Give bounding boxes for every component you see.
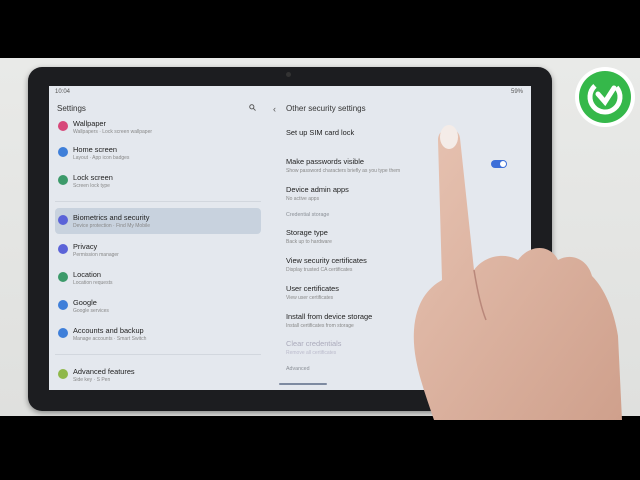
sidebar-item-sub: Screen lock type bbox=[73, 183, 110, 189]
home-icon bbox=[58, 147, 68, 157]
sidebar-item-advanced-features[interactable]: Advanced features Side key · S Pen bbox=[55, 362, 261, 388]
sidebar-item-sub: Location requests bbox=[73, 280, 113, 286]
sidebar-item-label: Privacy bbox=[73, 242, 98, 251]
accounts-icon bbox=[58, 328, 68, 338]
wallpaper-icon bbox=[58, 121, 68, 131]
sidebar-item-wallpaper[interactable]: Wallpaper Wallpapers · Lock screen wallp… bbox=[55, 114, 261, 140]
divider bbox=[55, 201, 261, 202]
sidebar-item-home-screen[interactable]: Home screen Layout · App icon badges bbox=[55, 140, 261, 166]
sidebar-item-label: Advanced features bbox=[73, 367, 135, 376]
google-icon bbox=[58, 300, 68, 310]
sidebar-item-sub: Side key · S Pen bbox=[73, 377, 111, 383]
sidebar-item-biometrics[interactable]: Biometrics and security Device protectio… bbox=[55, 208, 261, 234]
sidebar-item-sub: Google services bbox=[73, 308, 109, 314]
lock-icon bbox=[58, 175, 68, 185]
scroll-indicator bbox=[279, 383, 327, 385]
sidebar-item-sub: Device protection · Find My Mobile bbox=[73, 223, 150, 229]
sidebar-item-label: Google bbox=[73, 298, 97, 307]
credential-storage-header: Credential storage bbox=[286, 212, 330, 218]
sidebar-item-sub: Wallpapers · Lock screen wallpaper bbox=[73, 129, 153, 135]
sidebar-item-label: Lock screen bbox=[73, 173, 113, 182]
sidebar-item-google[interactable]: Google Google services bbox=[55, 293, 261, 319]
advanced-header: Advanced bbox=[286, 366, 310, 372]
privacy-icon bbox=[58, 244, 68, 254]
search-icon[interactable] bbox=[249, 104, 256, 111]
sidebar-item-label: Wallpaper bbox=[73, 119, 106, 128]
sidebar-item-privacy[interactable]: Privacy Permission manager bbox=[55, 237, 261, 263]
page-title: Other security settings bbox=[286, 104, 366, 113]
hand-image bbox=[413, 125, 622, 420]
status-bar: 10:04 59% bbox=[49, 86, 531, 98]
back-button[interactable]: ‹ bbox=[273, 104, 276, 114]
divider bbox=[55, 354, 261, 355]
sidebar-item-label: Location bbox=[73, 270, 101, 279]
advanced-features-icon bbox=[58, 369, 68, 379]
status-time: 10:04 bbox=[55, 89, 71, 95]
sidebar-item-sub: Manage accounts · Smart Switch bbox=[73, 336, 147, 342]
sidebar-item-lock-screen[interactable]: Lock screen Screen lock type bbox=[55, 168, 261, 194]
battery-label: 59% bbox=[510, 89, 523, 95]
sidebar-item-label: Biometrics and security bbox=[73, 213, 150, 222]
sidebar-item-accounts[interactable]: Accounts and backup Manage accounts · Sm… bbox=[55, 321, 261, 347]
sidebar-item-label: Accounts and backup bbox=[73, 326, 144, 335]
sidebar-item-label: Home screen bbox=[73, 145, 117, 154]
shield-icon bbox=[58, 215, 68, 225]
sidebar-item-sub: Layout · App icon badges bbox=[73, 155, 130, 161]
settings-title: Settings bbox=[57, 104, 86, 113]
power-logo-icon bbox=[575, 67, 635, 127]
sidebar-item-sub: Permission manager bbox=[73, 252, 119, 258]
camera-icon bbox=[286, 72, 291, 77]
sidebar-item-location[interactable]: Location Location requests bbox=[55, 265, 261, 291]
location-icon bbox=[58, 272, 68, 282]
